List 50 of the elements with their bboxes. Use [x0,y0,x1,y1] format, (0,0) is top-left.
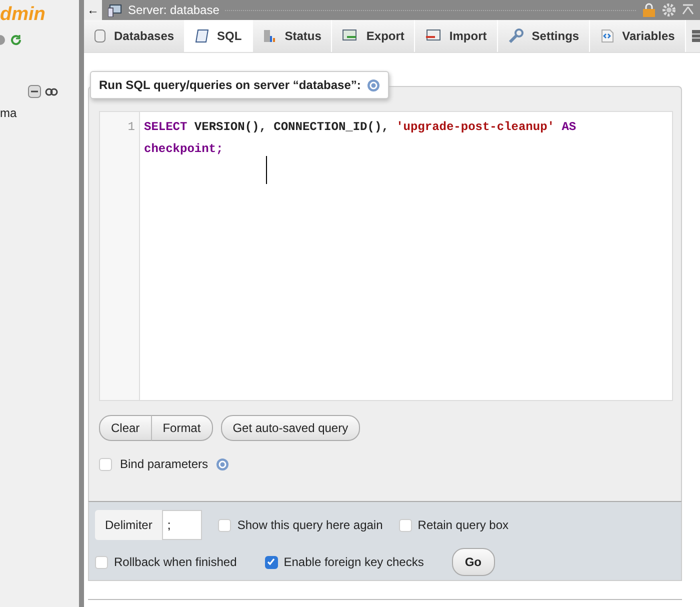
wrench-icon [508,28,524,44]
code-line: SELECT VERSION(), CONNECTION_ID(), 'upgrade-post-cleanup' AS [144,119,578,136]
reload-icon[interactable] [10,34,22,46]
tab[interactable]: Status [252,20,332,52]
checkbox[interactable] [264,556,278,568]
link-icon[interactable] [45,88,58,96]
go-button[interactable]: Go [452,548,495,576]
checkbox-label: Retain query box [418,518,509,532]
auto-saved-query-button[interactable]: Get auto-saved query [220,415,360,441]
help-icon[interactable] [216,458,230,470]
sidebar-item[interactable]: ma [0,106,17,120]
delimiter-field[interactable]: ; [162,510,202,540]
collapse-icon[interactable] [28,85,41,98]
line-number: 1 [128,120,135,134]
checkbox[interactable] [99,458,112,470]
tab[interactable]: Databases [84,20,186,52]
code-icon [600,29,614,43]
help-icon[interactable] [366,78,380,92]
format-button[interactable]: Format [150,415,213,441]
back-button[interactable]: ← [84,0,102,20]
window-title: Server: database [128,3,220,17]
chart-icon [262,29,277,43]
checkbox[interactable] [218,518,232,532]
tab[interactable]: Settings [498,20,590,52]
check-icon [266,557,276,567]
panel-title: Run SQL query/queries on server “database”: [99,78,361,92]
database-icon [94,29,106,43]
server-icon [108,4,122,16]
checkbox-label: Show this query here again [237,518,383,532]
clear-button[interactable]: Clear [99,415,152,441]
document-icon [195,29,210,43]
text-cursor [266,156,267,184]
checkbox[interactable] [398,518,412,532]
lock-icon[interactable] [642,3,656,17]
code-line: checkpoint; [144,141,224,158]
tab[interactable]: SQL [185,20,253,52]
checkbox[interactable] [95,556,108,568]
checkbox-label: Bind parameters [120,457,208,471]
settings-icon[interactable] [662,3,676,17]
export-icon [342,29,358,43]
tab[interactable]: Import [415,20,498,52]
sql-editor[interactable]: 1 SELECT VERSION(), CONNECTION_ID(), 'upgrade-post-cleanup' AS checkpoint; [99,111,673,401]
checkbox-label: Rollback when finished [114,555,237,569]
list-icon[interactable] [692,30,700,42]
tab[interactable]: Variables [590,20,686,52]
checkbox-label: Enable foreign key checks [284,555,424,569]
delimiter-label: Delimiter [104,517,154,534]
tab[interactable]: Export [332,20,416,52]
import-icon [425,29,442,43]
logo-text: dmin [0,4,46,26]
